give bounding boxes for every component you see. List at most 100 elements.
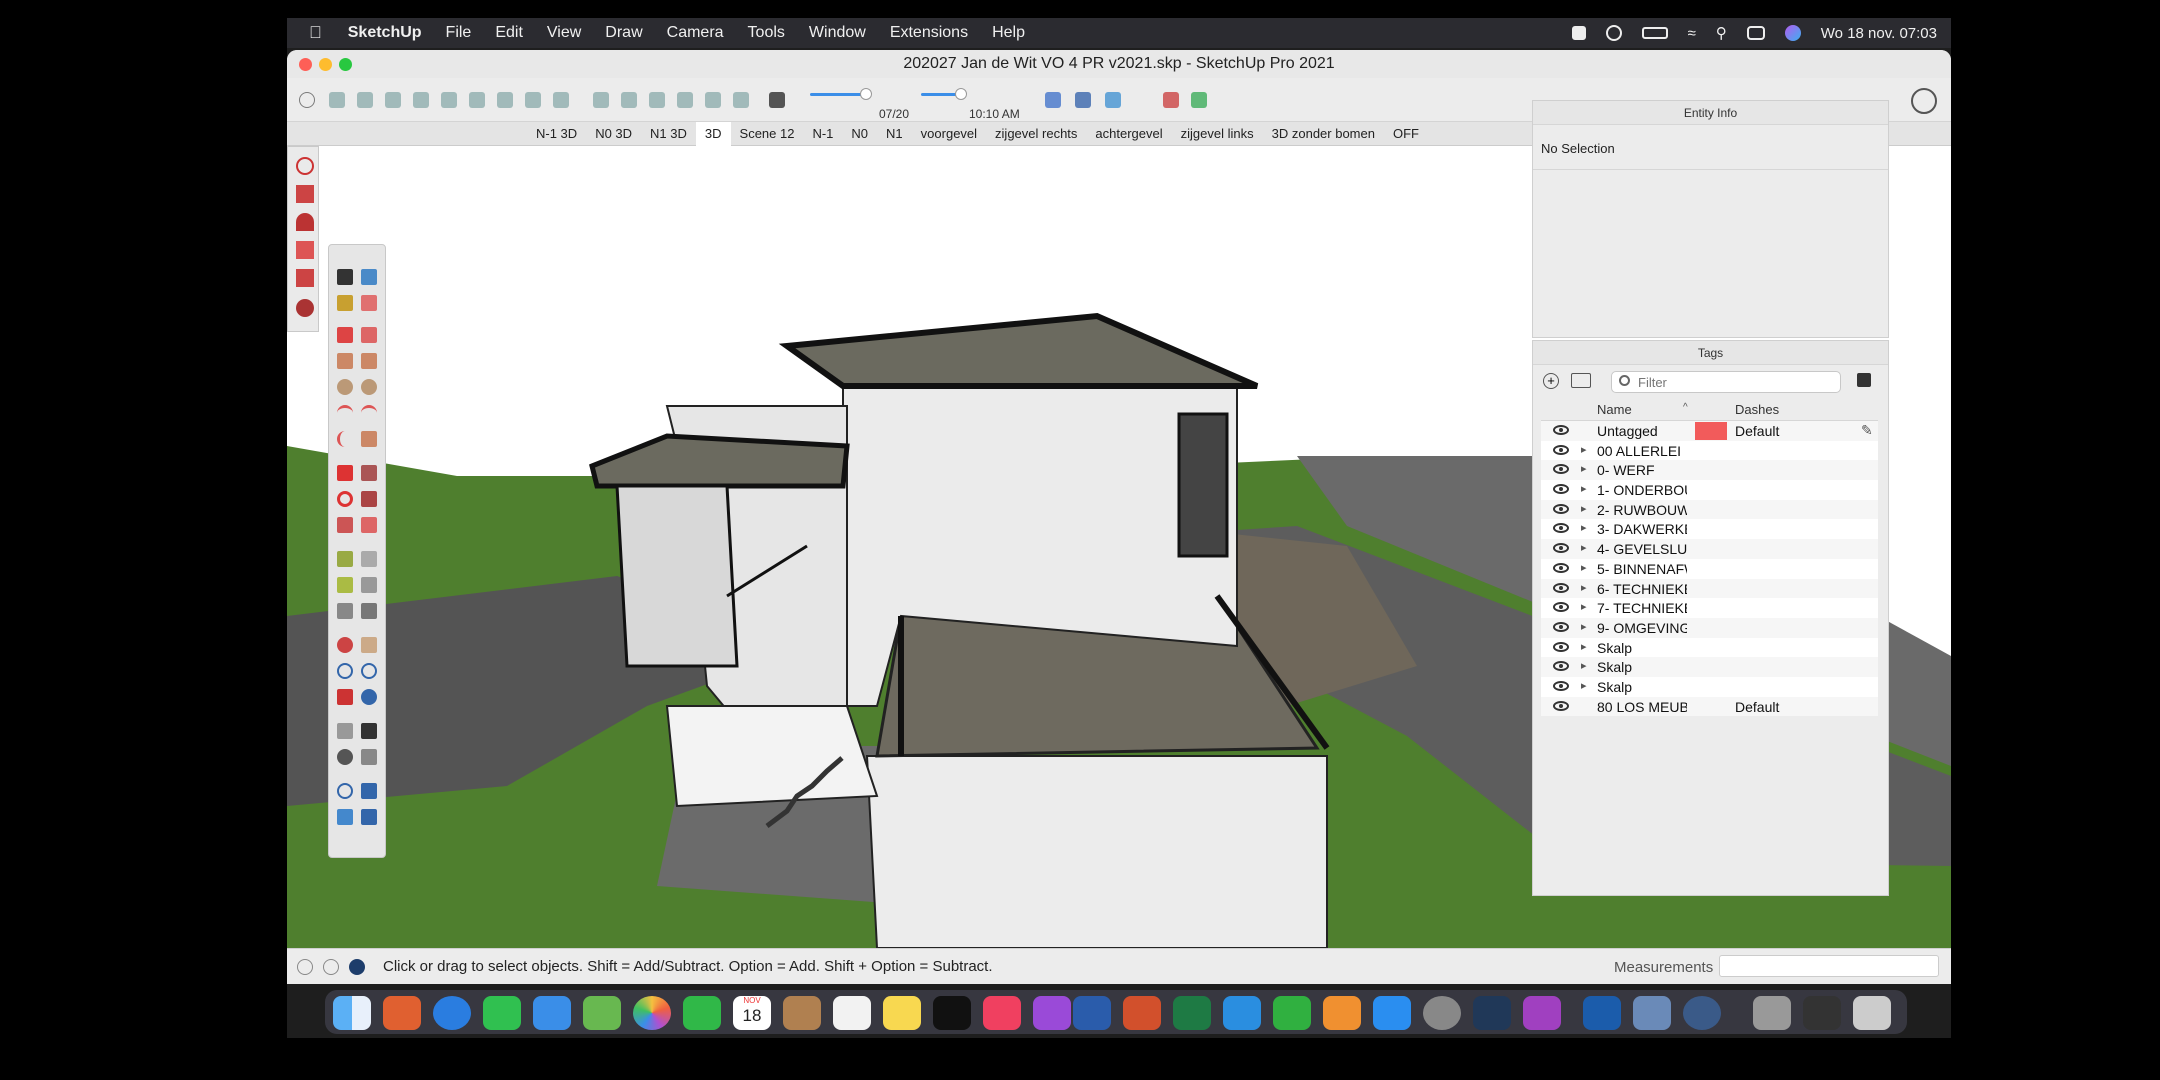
sketchup-icon[interactable]: [1583, 996, 1621, 1030]
chevron-right-icon[interactable]: ▸: [1581, 640, 1587, 653]
music-icon[interactable]: [983, 996, 1021, 1030]
tag-name[interactable]: 9- OMGEVING: [1597, 620, 1687, 636]
move-tool-icon[interactable]: [337, 465, 353, 481]
section-plane-icon[interactable]: [677, 92, 693, 108]
add-tag-folder-icon[interactable]: [1571, 373, 1591, 388]
dimension-tool-icon[interactable]: [361, 551, 377, 567]
calendar-icon[interactable]: NOV 18: [733, 996, 771, 1030]
tag-row[interactable]: ▸ 9- OMGEVING: [1541, 617, 1878, 638]
tag-row[interactable]: ▸ 00 ALLERLEI: [1541, 440, 1878, 461]
apple-menu-icon[interactable]: : [287, 18, 336, 48]
tag-name[interactable]: Skalp: [1597, 640, 1687, 656]
sandbox-tool-icon[interactable]: [337, 783, 353, 799]
tag-details-icon[interactable]: [1857, 373, 1871, 387]
tape-measure-icon[interactable]: [337, 551, 353, 567]
component-tool-icon[interactable]: [361, 269, 377, 285]
zoom-tool-icon[interactable]: [337, 663, 353, 679]
3d-text-tool-icon[interactable]: [361, 603, 377, 619]
slider-knob[interactable]: [955, 88, 967, 100]
rectangle-tool-icon[interactable]: [337, 353, 353, 369]
axes-tool-icon[interactable]: [337, 603, 353, 619]
tool-icon[interactable]: [296, 157, 314, 175]
play-icon[interactable]: [1605, 25, 1622, 41]
slider-knob[interactable]: [860, 88, 872, 100]
pie-tool-icon[interactable]: [361, 431, 377, 447]
previous-view-icon[interactable]: [361, 689, 377, 705]
tag-row[interactable]: ▸ 2- RUWBOUW: [1541, 499, 1878, 520]
pan-tool-icon[interactable]: [361, 637, 377, 653]
warehouse-icon[interactable]: [733, 92, 749, 108]
trash-icon[interactable]: [1853, 996, 1891, 1030]
tag-filter-input[interactable]: [1611, 371, 1841, 393]
position-camera-icon[interactable]: [337, 723, 353, 739]
xray-style-icon[interactable]: [497, 92, 513, 108]
facetime-icon[interactable]: [683, 996, 721, 1030]
back-view-icon[interactable]: [441, 92, 457, 108]
visibility-eye-icon[interactable]: [1553, 602, 1569, 613]
tag-row[interactable]: ▸ Skalp: [1541, 676, 1878, 697]
add-tag-icon[interactable]: +: [1543, 373, 1559, 389]
scene-tab-active[interactable]: 3D: [695, 122, 731, 146]
chevron-right-icon[interactable]: ▸: [1581, 443, 1587, 456]
tags-title[interactable]: Tags: [1533, 341, 1888, 365]
scene-tab[interactable]: voorgevel: [912, 122, 986, 146]
tag-row[interactable]: ▸ 0- WERF: [1541, 460, 1878, 481]
three-point-arc-icon[interactable]: [337, 431, 353, 447]
tag-name[interactable]: 4- GEVELSLUITING: [1597, 541, 1687, 557]
tag-name[interactable]: 3- DAKWERKEN: [1597, 521, 1687, 537]
shadow-date-slider[interactable]: [810, 88, 872, 100]
scene-tab[interactable]: N0 3D: [586, 122, 641, 146]
powerpoint-icon[interactable]: [1123, 996, 1161, 1030]
tag-name[interactable]: 0- WERF: [1597, 462, 1687, 478]
numbers-icon[interactable]: [1273, 996, 1311, 1030]
name-column-header[interactable]: Name: [1597, 402, 1632, 417]
keynote-icon[interactable]: [1223, 996, 1261, 1030]
mail-icon[interactable]: [533, 996, 571, 1030]
chevron-right-icon[interactable]: ▸: [1581, 561, 1587, 574]
system-preferences-icon[interactable]: [1423, 996, 1461, 1030]
tag-row[interactable]: Untagged Default ✎: [1541, 421, 1878, 441]
downloads-stack-icon[interactable]: [1803, 996, 1841, 1030]
tag-row[interactable]: ▸ 4- GEVELSLUITING: [1541, 539, 1878, 559]
select-tool-icon[interactable]: [337, 269, 353, 285]
textured-style-icon[interactable]: [621, 92, 637, 108]
look-around-tool-icon[interactable]: [337, 749, 353, 765]
photos-icon[interactable]: [633, 996, 671, 1030]
visibility-eye-icon[interactable]: [1553, 641, 1569, 652]
chevron-right-icon[interactable]: ▸: [1581, 482, 1587, 495]
scene-tab[interactable]: achtergevel: [1086, 122, 1171, 146]
menu-clock[interactable]: Wo 18 nov. 07:03: [1821, 25, 1937, 42]
visibility-eye-icon[interactable]: [1553, 661, 1569, 672]
section-cut-icon[interactable]: [705, 92, 721, 108]
presentation-icon[interactable]: [1163, 92, 1179, 108]
tag-name[interactable]: Skalp: [1597, 659, 1687, 675]
scale-tool-icon[interactable]: [337, 517, 353, 533]
spotlight-search-icon[interactable]: ⚲: [1716, 24, 1727, 42]
affinity-icon[interactable]: [1523, 996, 1561, 1030]
chevron-right-icon[interactable]: ▸: [1581, 659, 1587, 672]
protractor-tool-icon[interactable]: [337, 577, 353, 593]
reminders-icon[interactable]: [833, 996, 871, 1030]
menu-tools[interactable]: Tools: [736, 18, 797, 48]
rotated-rectangle-icon[interactable]: [361, 353, 377, 369]
chevron-right-icon[interactable]: ▸: [1581, 679, 1587, 692]
tag-color-swatch[interactable]: [1695, 422, 1727, 440]
tag-name[interactable]: 5- BINNENAFWERKING: [1597, 561, 1687, 577]
arc-tool-icon[interactable]: [337, 405, 353, 421]
excel-icon[interactable]: [1173, 996, 1211, 1030]
rotate-tool-icon[interactable]: [337, 491, 353, 507]
polygon-tool-icon[interactable]: [361, 379, 377, 395]
control-center-icon[interactable]: [1746, 26, 1765, 40]
wifi-icon[interactable]: ≈: [1688, 25, 1696, 42]
maps-icon[interactable]: [583, 996, 621, 1030]
tag-name[interactable]: 1- ONDERBOUW: [1597, 482, 1687, 498]
eraser-icon[interactable]: [361, 295, 377, 311]
chevron-right-icon[interactable]: ▸: [1581, 462, 1587, 475]
tag-name[interactable]: 00 ALLERLEI: [1597, 443, 1687, 459]
visibility-eye-icon[interactable]: [1553, 700, 1569, 711]
visibility-eye-icon[interactable]: [1553, 523, 1569, 534]
scene-tab[interactable]: N-1: [803, 122, 842, 146]
follow-me-tool-icon[interactable]: [361, 491, 377, 507]
visibility-eye-icon[interactable]: [1553, 444, 1569, 455]
contacts-icon[interactable]: [783, 996, 821, 1030]
